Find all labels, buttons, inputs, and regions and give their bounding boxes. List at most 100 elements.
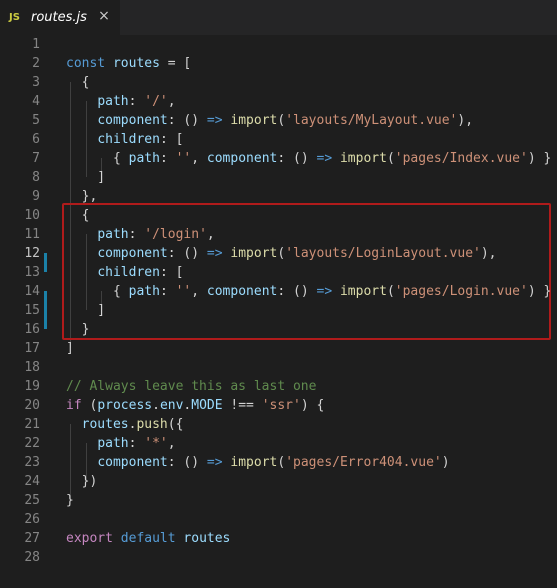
code-token: import [230,113,278,128]
code-token: push [136,417,168,432]
code-token: => [316,284,333,299]
code-token: ] [66,170,106,185]
code-line[interactable]: 4 path: '/', [0,92,557,111]
code-line[interactable]: 7 { path: '', component: () => import('p… [0,149,557,168]
code-token: routes [81,417,129,432]
code-line[interactable]: 1 [0,35,557,54]
code-token: ), [457,113,474,128]
code-line[interactable]: 25} [0,491,557,510]
code-token: { [66,151,129,166]
line-number: 21 [24,417,40,432]
code-line[interactable]: 15 ] [0,301,557,320]
code-token: : [128,94,145,109]
tab-label: routes.js [31,10,87,25]
code-text: { path: '', component: () => import('pag… [66,149,551,168]
code-line[interactable]: 22 path: '*', [0,434,557,453]
code-text: ] [66,301,105,320]
code-token: : () [277,151,317,166]
code-token: env [159,398,184,413]
code-token: }) [66,474,98,489]
code-token: ( [386,284,395,299]
code-line[interactable]: 26 [0,510,557,529]
line-number: 3 [32,75,40,90]
code-token: => [206,455,223,470]
line-number: 17 [24,341,40,356]
line-number: 18 [24,360,40,375]
code-line[interactable]: 17] [0,339,557,358]
line-number: 16 [24,322,40,337]
code-token: !== [222,398,262,413]
code-token: import [339,284,387,299]
code-token: : () [167,246,207,261]
code-token: } [66,493,74,508]
code-token: 'pages/Index.vue' [394,151,528,166]
line-number: 11 [24,227,40,242]
code-token: : [ [159,265,184,280]
code-line[interactable]: 11 path: '/login', [0,225,557,244]
code-line[interactable]: 27 export default routes [0,529,557,548]
code-line[interactable]: 12 component: () => import('layouts/Logi… [0,244,557,263]
code-token: import [230,455,278,470]
code-line[interactable]: 8 ] [0,168,557,187]
code-token: => [206,113,223,128]
code-line[interactable]: 28 [0,548,557,567]
code-text: { [66,206,90,225]
code-line[interactable]: 10 { [0,206,557,225]
code-text: { path: '', component: () => import('pag… [66,282,551,301]
code-token: 'ssr' [261,398,301,413]
code-token: , [191,284,207,299]
code-token: const [66,56,113,71]
code-token: ( [277,455,286,470]
code-token: ), [480,246,497,261]
close-icon[interactable]: × [97,9,111,23]
code-line[interactable]: 3 { [0,73,557,92]
code-token: { [66,208,90,223]
code-line[interactable]: 6 children: [ [0,130,557,149]
code-line[interactable]: 2 const routes = [ [0,54,557,73]
code-token: . [152,398,160,413]
code-token: ( [277,246,286,261]
code-line[interactable]: 21 routes.push({ [0,415,557,434]
code-line[interactable]: 13 children: [ [0,263,557,282]
line-number: 20 [24,398,40,413]
code-token: '' [175,151,192,166]
code-line[interactable]: 19 // Always leave this as last one [0,377,557,396]
code-token: component [97,455,168,470]
code-line[interactable]: 18 [0,358,557,377]
code-token: children [97,132,160,147]
code-token: '/login' [144,227,207,242]
code-text: }, [66,187,98,206]
javascript-file-icon: JS [9,12,20,23]
code-line[interactable]: 9 }, [0,187,557,206]
code-token: component [97,113,168,128]
code-line[interactable]: 23 component: () => import('pages/Error4… [0,453,557,472]
line-number: 28 [24,550,40,565]
line-number: 25 [24,493,40,508]
code-text: children: [ [66,130,183,149]
code-token: component [97,246,168,261]
code-token: ] [66,341,74,356]
code-text: export default routes [66,529,230,548]
code-line[interactable]: 14 { path: '', component: () => import('… [0,282,557,301]
line-number: 12 [24,246,40,261]
code-line[interactable]: 24 }) [0,472,557,491]
code-token: path [97,436,129,451]
code-text: ] [66,168,105,187]
code-line[interactable]: 16 } [0,320,557,339]
code-line[interactable]: 20 if (process.env.MODE !== 'ssr') { [0,396,557,415]
code-editor[interactable]: 1 2 const routes = [3 {4 path: '/', 5 compo… [0,35,557,588]
line-number: 22 [24,436,40,451]
code-line[interactable]: 5 component: () => import('layouts/MyLay… [0,111,557,130]
tab-routes-js[interactable]: JS routes.js × [0,0,120,35]
code-token: ({ [167,417,184,432]
line-number: 14 [24,284,40,299]
code-token: routes [183,531,231,546]
